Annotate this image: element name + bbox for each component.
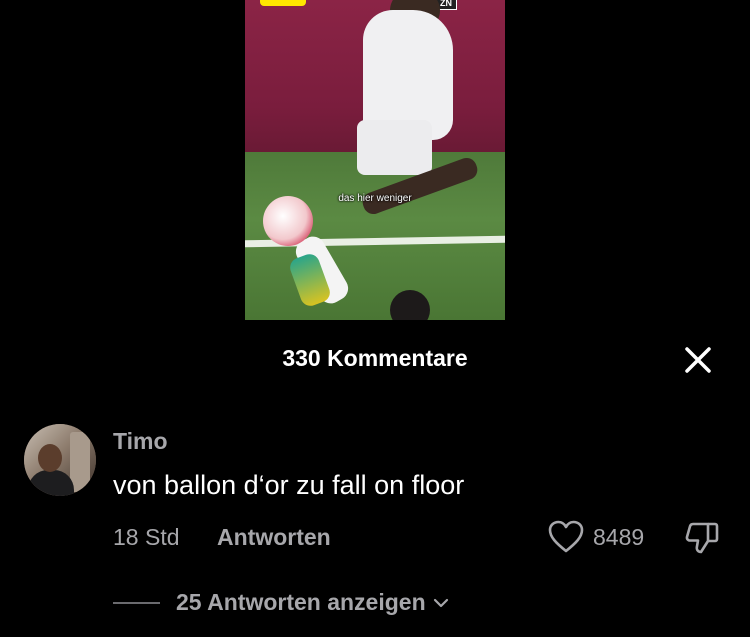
comments-screen: ZN das hier weniger 330 Kommentare Timo … xyxy=(0,0,750,637)
yellow-tag xyxy=(260,0,306,6)
dislike-button[interactable] xyxy=(684,520,720,556)
comment-text: von ballon d‘or zu fall on floor xyxy=(113,470,465,500)
chevron-down-icon xyxy=(433,598,448,607)
video-thumbnail[interactable]: ZN das hier weniger xyxy=(245,0,505,320)
video-caption: das hier weniger xyxy=(338,193,412,204)
view-replies-button[interactable]: 25 Antworten anzeigen xyxy=(176,589,450,616)
close-button[interactable] xyxy=(682,344,714,376)
like-count: 8489 xyxy=(593,524,645,550)
player-shorts xyxy=(357,120,432,175)
comment-timestamp: 18 Std xyxy=(113,524,180,550)
replies-divider xyxy=(113,602,160,604)
comment-username[interactable]: Timo xyxy=(113,428,168,455)
thumbs-down-icon xyxy=(685,522,719,554)
like-button[interactable] xyxy=(548,520,584,554)
view-replies-label: 25 Antworten anzeigen xyxy=(176,589,426,615)
comments-title: 330 Kommentare xyxy=(282,345,468,371)
heart-icon xyxy=(548,520,584,553)
close-icon xyxy=(685,347,711,373)
reply-button[interactable]: Antworten xyxy=(217,524,331,551)
avatar[interactable] xyxy=(24,424,96,496)
